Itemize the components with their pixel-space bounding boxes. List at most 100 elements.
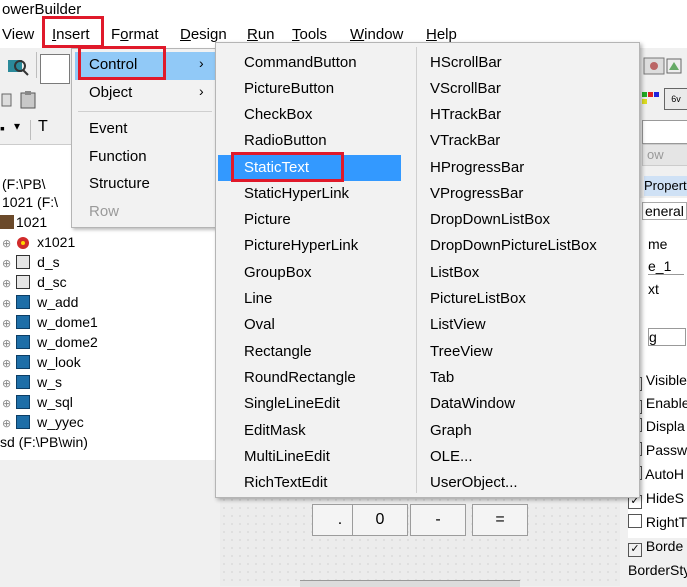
toolbar-icon[interactable]	[664, 56, 684, 76]
tree-item[interactable]: ⊕ d_sc	[2, 272, 67, 292]
menu-item-editmask[interactable]: EditMask	[244, 422, 306, 439]
menu-item-picturelistbox[interactable]: PictureListBox	[430, 290, 526, 307]
menu-item-treeview[interactable]: TreeView	[430, 343, 493, 360]
window-icon	[16, 315, 30, 329]
chevron-down-icon[interactable]: ▾	[14, 119, 20, 133]
menu-item-hscrollbar[interactable]: HScrollBar	[430, 54, 502, 71]
menu-item-oval[interactable]: Oval	[244, 316, 275, 333]
tree-item-label: w_dome1	[37, 314, 98, 330]
calc-button[interactable]: 0	[352, 504, 408, 536]
menu-item-groupbox[interactable]: GroupBox	[244, 264, 312, 281]
palette-icon[interactable]	[640, 88, 660, 108]
tree-item[interactable]: ⊕ x1021	[2, 232, 75, 252]
tree-item-label: w_yyec	[37, 414, 84, 430]
menu-item-commandbutton[interactable]: CommandButton	[244, 54, 357, 71]
tree-item[interactable]: ⊕ w_dome1	[2, 312, 98, 332]
menu-item-radiobutton[interactable]: RadioButton	[244, 132, 327, 149]
checkbox-label: Passw	[645, 442, 687, 458]
tree-path[interactable]: (F:\PB\	[2, 174, 46, 194]
tree-item-label: w_dome2	[37, 334, 98, 350]
menu-item-htrackbar[interactable]: HTrackBar	[430, 106, 501, 123]
tree-item[interactable]: ⊕ w_yyec	[2, 412, 84, 432]
checkbox-label: HideS	[645, 490, 685, 506]
menu-item-picturehyperlink[interactable]: PictureHyperLink	[244, 237, 358, 254]
window-icon	[16, 375, 30, 389]
chevron-right-icon: ›	[199, 55, 204, 71]
menu-item-richtextedit[interactable]: RichTextEdit	[244, 474, 327, 491]
menu-item-line[interactable]: Line	[244, 290, 272, 307]
preview-icon[interactable]	[6, 56, 30, 78]
window-icon	[16, 395, 30, 409]
menu-item-roundrectangle[interactable]: RoundRectangle	[244, 369, 356, 386]
menu-item-listview[interactable]: ListView	[430, 316, 486, 333]
menu-item-picture[interactable]: Picture	[244, 211, 291, 228]
window-icon	[16, 335, 30, 349]
tree-path[interactable]: 1021 (F:\	[2, 192, 58, 212]
cut-icon[interactable]	[0, 92, 16, 110]
property-label: me	[648, 236, 668, 252]
menu-item-statichyperlink[interactable]: StaticHyperLink	[244, 185, 349, 202]
righttoleft-checkbox[interactable]: RightT	[628, 514, 687, 530]
datawindow-icon	[16, 275, 30, 289]
toolbar-icon[interactable]: 6v	[664, 88, 687, 110]
paste-icon[interactable]	[18, 90, 38, 110]
menu-item-singlelineedit[interactable]: SingleLineEdit	[244, 395, 340, 412]
menu-item-multilineedit[interactable]: MultiLineEdit	[244, 448, 330, 465]
tree-item[interactable]: ⊕ w_s	[2, 372, 62, 392]
tree-item-label: sd (F:\PB\win)	[0, 434, 88, 450]
column-divider	[416, 47, 417, 493]
menu-item-listbox[interactable]: ListBox	[430, 264, 479, 281]
tree-item-label: w_add	[37, 294, 79, 310]
menu-item-tab[interactable]: Tab	[430, 369, 454, 386]
menu-item-checkbox[interactable]: CheckBox	[244, 106, 312, 123]
border-checkbox[interactable]: ✓ Borde	[628, 538, 683, 557]
calc-button[interactable]: -	[410, 504, 466, 536]
control-annotation-box	[78, 46, 166, 80]
calc-button[interactable]: =	[472, 504, 528, 536]
menu-item-object[interactable]: Object	[89, 84, 132, 101]
tree-item[interactable]: ⊕ w_sql	[2, 392, 73, 412]
property-value[interactable]: e_1	[648, 258, 684, 275]
menu-item-ole[interactable]: OLE...	[430, 448, 473, 465]
menu-item-vprogressbar[interactable]: VProgressBar	[430, 185, 523, 202]
tree-node[interactable]: 1021	[0, 212, 47, 232]
tree-item[interactable]: sd (F:\PB\win)	[0, 432, 88, 452]
text-tool-icon[interactable]: T	[38, 118, 48, 136]
tree-item[interactable]: ⊕ w_look	[2, 352, 81, 372]
menu-item-hprogressbar[interactable]: HProgressBar	[430, 159, 524, 176]
tree-item-label: d_s	[37, 254, 60, 270]
tree-item[interactable]: ⊕ d_s	[2, 252, 60, 272]
menu-item-userobject[interactable]: UserObject...	[430, 474, 518, 491]
menu-item-dropdownlistbox[interactable]: DropDownListBox	[430, 211, 550, 228]
menu-item-datawindow[interactable]: DataWindow	[430, 395, 515, 412]
property-value[interactable]: g	[648, 328, 686, 346]
menu-item-picturebutton[interactable]: PictureButton	[244, 80, 334, 97]
datawindow-icon	[16, 255, 30, 269]
tree-item[interactable]: ⊕ w_dome2	[2, 332, 98, 352]
general-tab[interactable]: eneral	[642, 202, 687, 220]
menu-item-dropdownpicturelistbox[interactable]: DropDownPictureListBox	[430, 237, 597, 254]
menu-item-row: Row	[89, 203, 120, 220]
menu-item-rectangle[interactable]: Rectangle	[244, 343, 312, 360]
properties-tab[interactable]: Properti	[644, 176, 687, 196]
tree-item-label: w_sql	[37, 394, 73, 410]
application-icon	[16, 235, 30, 249]
menu-item-event[interactable]: Event	[89, 120, 127, 137]
tree-item[interactable]: ⊕ w_add	[2, 292, 78, 312]
properties-tab-label: Properti	[644, 178, 687, 193]
chevron-right-icon: ›	[199, 83, 204, 99]
menu-item-function[interactable]: Function	[89, 148, 147, 165]
toolbar-icon[interactable]	[642, 54, 666, 78]
menu-item-vtrackbar[interactable]: VTrackBar	[430, 132, 500, 149]
dropdown-field[interactable]: ▪	[0, 120, 5, 136]
checkbox-label: Borde	[645, 538, 684, 554]
dropdown-field[interactable]	[642, 120, 687, 144]
menu-item-vscrollbar[interactable]: VScrollBar	[430, 80, 501, 97]
toolbar-divider	[30, 120, 31, 140]
menu-view[interactable]: View	[2, 26, 34, 44]
borderstyle-label: BorderSty	[628, 562, 687, 578]
toolbar-button[interactable]	[40, 54, 70, 84]
menu-format[interactable]: Format	[111, 26, 159, 44]
menu-item-graph[interactable]: Graph	[430, 422, 472, 439]
menu-item-structure[interactable]: Structure	[89, 175, 150, 192]
